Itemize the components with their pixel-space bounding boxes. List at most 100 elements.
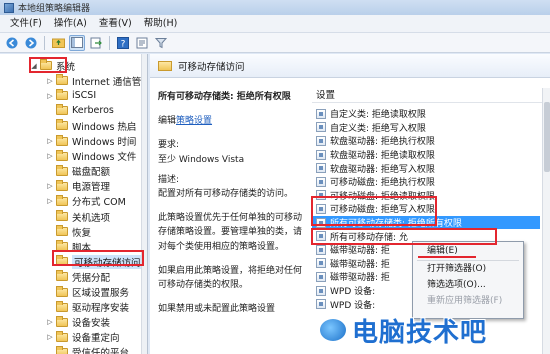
policy-row[interactable]: 自定义类: 拒绝写入权限 bbox=[312, 121, 540, 135]
policy-row-label: 可移动磁盘: 拒绝读取权限 bbox=[330, 191, 435, 202]
tree-item[interactable]: 脚本 bbox=[46, 239, 91, 254]
tree-item-label: 设备安装 bbox=[72, 318, 111, 330]
help-icon[interactable]: ? bbox=[115, 35, 131, 51]
menu-action[interactable]: 操作(A) bbox=[48, 15, 93, 33]
description-value: 配置对所有可移动存储类的访问。 bbox=[158, 189, 294, 200]
toolbar-separator bbox=[109, 35, 110, 50]
policy-row-label: 软盘驱动器: 拒绝写入权限 bbox=[330, 164, 435, 175]
tree-item-label: 磁盘配额 bbox=[72, 167, 111, 179]
folder-icon bbox=[56, 164, 68, 176]
context-menu-filter-options[interactable]: 筛选选项(O)... bbox=[413, 278, 523, 293]
tree-item[interactable]: 凭据分配 bbox=[46, 269, 110, 284]
policy-row[interactable]: 所有可移动存储类: 拒绝所有权限 bbox=[312, 215, 540, 230]
tree-item[interactable]: ▷ 分布式 COM bbox=[46, 194, 126, 209]
setting-title: 所有可移动存储类: 拒绝所有权限 bbox=[158, 92, 291, 102]
filter-icon[interactable] bbox=[153, 35, 169, 51]
policy-row[interactable]: 软盘驱动器: 拒绝写入权限 bbox=[312, 161, 540, 175]
folder-icon bbox=[56, 74, 68, 86]
policy-row-label: 自定义类: 拒绝读取权限 bbox=[330, 110, 426, 121]
navigation-tree: ◢ 系统 ▷ Internet 通信管 ▷ iSCSI Kerberos Windows 热启… bbox=[0, 54, 148, 354]
expand-arrow-icon[interactable]: ◢ bbox=[30, 62, 38, 70]
scrollbar-thumb[interactable] bbox=[544, 102, 550, 172]
tree-item[interactable]: ▷ iSCSI bbox=[46, 88, 96, 103]
menu-file[interactable]: 文件(F) bbox=[4, 15, 48, 33]
expand-arrow-icon[interactable]: ▷ bbox=[46, 137, 54, 145]
policy-setting-icon bbox=[316, 163, 326, 174]
menu-view[interactable]: 查看(V) bbox=[93, 15, 138, 33]
tree-item-label: Windows 时间 bbox=[72, 137, 137, 148]
policy-row-label: 所有可移动存储类: 拒绝所有权限 bbox=[330, 219, 462, 230]
folder-icon bbox=[56, 119, 68, 131]
svg-text:?: ? bbox=[121, 39, 126, 49]
expand-arrow-icon[interactable]: ▷ bbox=[46, 77, 54, 85]
tree-item-label: 驱动程序安装 bbox=[72, 303, 130, 315]
tree-item-label: Kerberos bbox=[72, 105, 114, 117]
policy-row-label: WPD 设备: bbox=[330, 287, 376, 298]
requirements: 要求: 至少 Windows Vista bbox=[158, 138, 308, 166]
app-icon bbox=[4, 2, 14, 13]
tree-item[interactable]: 可移动存储访问 bbox=[46, 254, 143, 269]
tree-item-label: 分布式 COM bbox=[72, 197, 126, 209]
policy-row[interactable]: 可移动磁盘: 拒绝执行权限 bbox=[312, 175, 540, 189]
tree-item[interactable]: Windows 热启 bbox=[46, 118, 136, 133]
policy-row[interactable]: 可移动磁盘: 拒绝读取权限 bbox=[312, 189, 540, 203]
folder-icon bbox=[56, 330, 68, 342]
folder-icon bbox=[56, 210, 68, 221]
tree-item[interactable]: 关机选项 bbox=[46, 209, 110, 224]
edit-policy-link[interactable]: 策略设置 bbox=[176, 116, 212, 126]
tree-item[interactable]: ▷ Windows 时间 bbox=[46, 134, 136, 149]
tree-item-label: 电源管理 bbox=[72, 182, 111, 194]
column-header-setting[interactable]: 设置 bbox=[312, 88, 542, 103]
expand-arrow-icon[interactable]: ▷ bbox=[46, 92, 54, 100]
context-menu-open-filter[interactable]: 打开筛选器(O) bbox=[413, 262, 523, 277]
folder-icon bbox=[56, 89, 68, 101]
watermark-logo-icon bbox=[318, 317, 348, 343]
tree-item[interactable]: ▷ 设备安装 bbox=[46, 315, 110, 330]
tree-item[interactable]: ◢ 系统 bbox=[30, 58, 75, 73]
tree-item[interactable]: ▷ Windows 文件 bbox=[46, 149, 136, 164]
expand-arrow-icon[interactable]: ▷ bbox=[46, 318, 54, 326]
policy-row[interactable]: 软盘驱动器: 拒绝读取权限 bbox=[312, 148, 540, 162]
folder-icon bbox=[56, 179, 68, 191]
policy-row[interactable]: 软盘驱动器: 拒绝执行权限 bbox=[312, 134, 540, 148]
folder-icon bbox=[56, 225, 68, 237]
folder-icon bbox=[56, 345, 68, 354]
expand-arrow-icon[interactable]: ▷ bbox=[46, 197, 54, 205]
expand-arrow-icon[interactable]: ▷ bbox=[46, 182, 54, 190]
policy-setting-icon bbox=[316, 135, 326, 146]
policy-row[interactable]: 可移动磁盘: 拒绝写入权限 bbox=[312, 202, 540, 216]
tree-item[interactable]: 受信任的平台 bbox=[46, 345, 129, 354]
properties-icon[interactable] bbox=[134, 35, 150, 51]
tree-item[interactable]: Kerberos bbox=[46, 103, 114, 118]
tree-item[interactable]: 磁盘配额 bbox=[46, 164, 110, 179]
folder-icon bbox=[56, 300, 68, 312]
description: 描述: 配置对所有可移动存储类的访问。 bbox=[158, 173, 308, 201]
back-icon[interactable] bbox=[4, 35, 20, 51]
tree-item[interactable]: 恢复 bbox=[46, 224, 91, 239]
tree-item[interactable]: 区域设置服务 bbox=[46, 285, 129, 300]
tree-item[interactable]: ▷ 电源管理 bbox=[46, 179, 110, 194]
tree-item[interactable]: ▷ 设备重定向 bbox=[46, 330, 120, 345]
edit-prefix: 编辑 bbox=[158, 116, 177, 127]
toolbar: ? bbox=[0, 33, 550, 53]
requirements-label: 要求: bbox=[158, 140, 180, 151]
tree-item[interactable]: 驱动程序安装 bbox=[46, 300, 129, 315]
expand-arrow-icon[interactable]: ▷ bbox=[46, 152, 54, 160]
menu-help[interactable]: 帮助(H) bbox=[138, 15, 184, 33]
export-icon[interactable] bbox=[88, 35, 104, 51]
tree-item-label: 脚本 bbox=[72, 242, 92, 254]
pane-header-title: 可移动存储访问 bbox=[178, 61, 245, 73]
forward-icon[interactable] bbox=[23, 35, 39, 51]
setting-description: 所有可移动存储类: 拒绝所有权限 编辑策略设置 要求: 至少 Windows Vi… bbox=[158, 90, 308, 326]
folder-up-icon[interactable] bbox=[50, 35, 66, 51]
policy-setting-icon bbox=[316, 203, 326, 214]
folder-icon bbox=[56, 270, 68, 282]
tree-item-label: 系统 bbox=[56, 61, 76, 73]
tree-item[interactable]: ▷ Internet 通信管 bbox=[46, 73, 141, 88]
expand-arrow-icon[interactable]: ▷ bbox=[46, 333, 54, 341]
tree-scrollbar[interactable] bbox=[141, 54, 147, 354]
show-hide-tree-icon[interactable] bbox=[69, 34, 85, 51]
folder-icon bbox=[56, 194, 68, 206]
policy-row[interactable]: 自定义类: 拒绝读取权限 bbox=[312, 107, 540, 121]
policy-setting-icon bbox=[316, 190, 326, 201]
